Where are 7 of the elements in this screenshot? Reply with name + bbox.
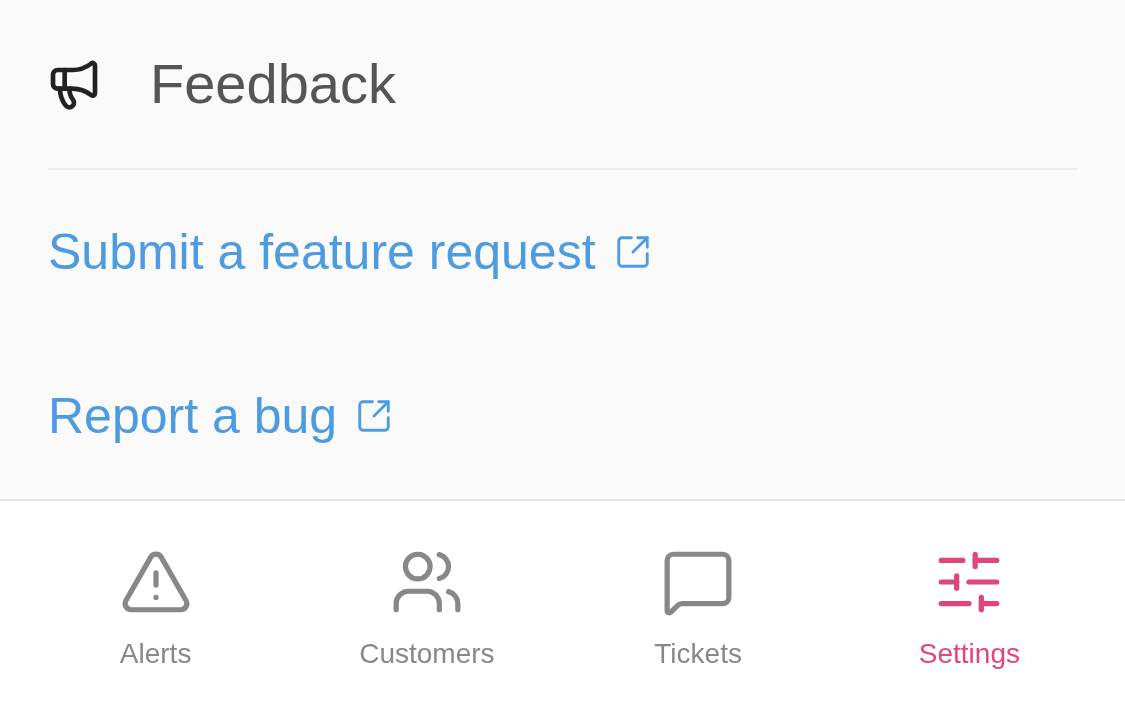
external-link[interactable]: Report a bug [48, 378, 394, 454]
tab-bar-item[interactable]: Settings [833, 501, 1105, 711]
tab-bar-item[interactable]: Tickets [562, 501, 834, 711]
section-title: Feedback [150, 51, 396, 117]
tab-bar-item[interactable]: Customers [291, 501, 563, 711]
external-link[interactable]: Submit a feature request [48, 214, 652, 290]
tab-bar-item[interactable]: Alerts [20, 501, 292, 711]
